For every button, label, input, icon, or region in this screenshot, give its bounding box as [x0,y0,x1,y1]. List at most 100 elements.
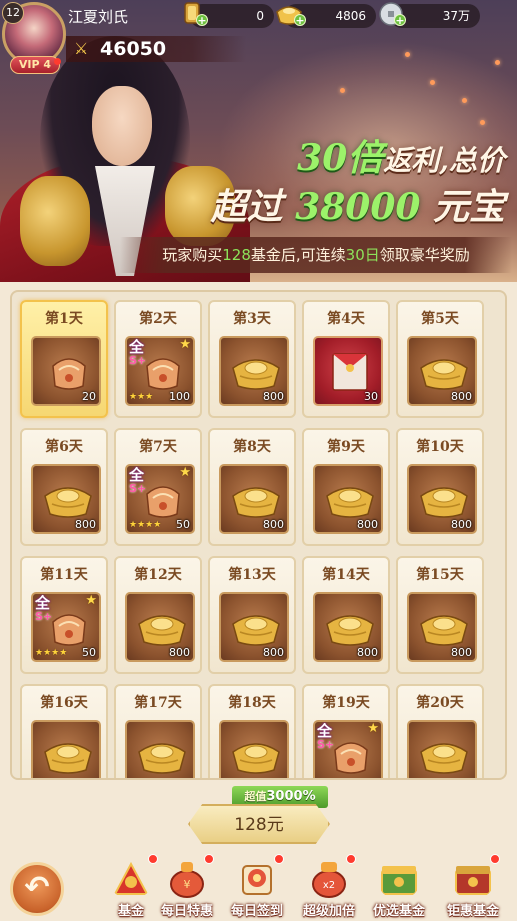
nav-tab-daily-deal[interactable]: ¥ 每日特惠 [152,852,222,921]
star-badge-icon: ★ [179,465,191,480]
reward-slot[interactable] [31,720,101,778]
reward-slot[interactable]: 800 [31,464,101,534]
reward-slot[interactable] [125,720,195,778]
gold-ingot-icon [232,743,280,774]
nav-tab-mega-fund[interactable]: 钜惠基金 [438,852,508,921]
reward-slot[interactable]: 20 [31,336,101,406]
player-name: 江夏刘氏 [68,8,129,26]
reward-quantity: 800 [357,646,378,659]
day-card[interactable]: 第14天 800 [302,556,390,674]
svg-text:x2: x2 [323,880,335,891]
reward-slot[interactable]: 800 [407,464,477,534]
reward-quantity: 50 [82,646,96,659]
buy-fund-area[interactable]: 超值3000% 128元 [188,786,330,844]
day-card[interactable]: 第3天 800 [208,300,296,418]
day-label: 第9天 [327,439,365,455]
reward-slot[interactable]: 800 [125,592,195,662]
add-ingot-button[interactable]: + [294,14,306,27]
vip-badge[interactable]: VIP 4 [10,56,60,74]
reward-slot[interactable]: 800 [219,336,289,406]
star-rating: ★★★★ [129,520,162,530]
day-card[interactable]: 第12天 800 [114,556,202,674]
grade-tag: S+ [129,482,147,495]
reward-quantity: 20 [82,390,96,403]
reward-quantity: 800 [451,646,472,659]
reward-slot[interactable] [219,720,289,778]
back-arrow-icon[interactable]: ↶ [10,862,64,916]
value-tag-percent: 3000% [266,789,316,804]
activity-nav[interactable]: 基金 ¥ 每日特惠 每日签到 x2 超级加倍 优选基金 钜惠基金 [108,852,517,921]
reward-quantity: 800 [169,646,190,659]
day-card[interactable]: 第11天全 S+ ★ ★★★★ 50 [20,556,108,674]
day-card[interactable]: 第8天 800 [208,428,296,546]
day-card[interactable]: 第13天 800 [208,556,296,674]
armor-equipment-icon [52,614,86,646]
day-card[interactable]: 第6天 800 [20,428,108,546]
day-card[interactable]: 第5天 800 [396,300,484,418]
nav-label: 优选基金 [372,904,425,919]
add-coin-button[interactable]: + [394,14,406,27]
player-level: 12 [2,2,24,24]
grade-tag: S+ [317,738,335,751]
reward-slot[interactable]: 全 S+ ★ ★★★ 100 [125,336,195,406]
reward-slot[interactable]: 全 S+ ★ ★★★★ 50 [125,464,195,534]
day-card[interactable]: 第17天 [114,684,202,778]
gold-ingot-icon [44,487,92,518]
day-card[interactable]: 第2天全 S+ ★ ★★★ 100 [114,300,202,418]
reward-slot[interactable]: 800 [313,592,383,662]
day-card[interactable]: 第1天 20 [20,300,108,418]
reward-grid-panel[interactable]: 第1天 20 第2天全 S+ ★ ★★★ 100 第3天 800 第4天 30 第5天 800 第6天 80… [10,290,507,780]
nav-tab-super-double[interactable]: x2 超级加倍 [294,852,364,921]
crossed-swords-icon: ⚔ [74,39,89,58]
reward-quantity: 800 [451,390,472,403]
nav-tab-daily-checkin[interactable]: 每日签到 [222,852,292,921]
day-card[interactable]: 第10天 800 [396,428,484,546]
day-card[interactable]: 第18天 [208,684,296,778]
day-label: 第20天 [416,695,464,711]
reward-slot[interactable]: 800 [407,592,477,662]
gold-ingot-icon [232,487,280,518]
day-card[interactable]: 第16天 [20,684,108,778]
banner-subline: 玩家购买128基金后,可连续30日领取豪华奖励 [120,237,512,273]
day-label: 第1天 [45,311,83,327]
reward-quantity: 800 [263,518,284,531]
reward-quantity: 800 [357,518,378,531]
reward-slot[interactable]: 800 [219,464,289,534]
day-card[interactable]: 第4天 30 [302,300,390,418]
day-label: 第2天 [139,311,177,327]
day-label: 第7天 [139,439,177,455]
reward-slot[interactable]: 800 [407,336,477,406]
gold-ingot-icon [138,615,186,646]
reward-grid[interactable]: 第1天 20 第2天全 S+ ★ ★★★ 100 第3天 800 第4天 30 第5天 800 第6天 80… [20,300,500,778]
day-card[interactable]: 第9天 800 [302,428,390,546]
subline-text: 基金后,可连续 [250,246,346,264]
buy-button[interactable]: 128元 [188,804,330,844]
nav-tab-premium-fund[interactable]: 优选基金 [364,852,434,921]
reward-slot[interactable]: 全 S+ ★ [313,720,383,778]
day-label: 第11天 [40,567,88,583]
reward-slot[interactable] [407,720,477,778]
day-card[interactable]: 第20天 [396,684,484,778]
reward-slot[interactable]: 全 S+ ★ ★★★★ 50 [31,592,101,662]
day-label: 第12天 [134,567,182,583]
day-card[interactable]: 第7天全 S+ ★ ★★★★ 50 [114,428,202,546]
reward-slot[interactable]: 800 [219,592,289,662]
armor-equipment-icon [334,742,368,774]
reward-slot[interactable]: 800 [313,464,383,534]
day-label: 第19天 [322,695,370,711]
headline-text: 超过 [210,186,283,228]
day-label: 第18天 [228,695,276,711]
day-card[interactable]: 第15天 800 [396,556,484,674]
nav-label: 每日签到 [230,904,283,919]
gold-ingot-icon [138,743,186,774]
reward-slot[interactable]: 30 [313,336,383,406]
combat-power: ⚔ 46050 [66,36,246,62]
day-label: 第3天 [233,311,271,327]
add-token-button[interactable]: + [196,14,208,27]
headline-multiplier: 30倍 [297,137,384,179]
subline-text: 玩家购买 [162,246,223,264]
star-badge-icon: ★ [179,337,191,352]
day-card[interactable]: 第19天全 S+ ★ [302,684,390,778]
player-avatar-panel[interactable]: 12 VIP 4 [2,2,66,74]
armor-equipment-icon [146,358,180,390]
